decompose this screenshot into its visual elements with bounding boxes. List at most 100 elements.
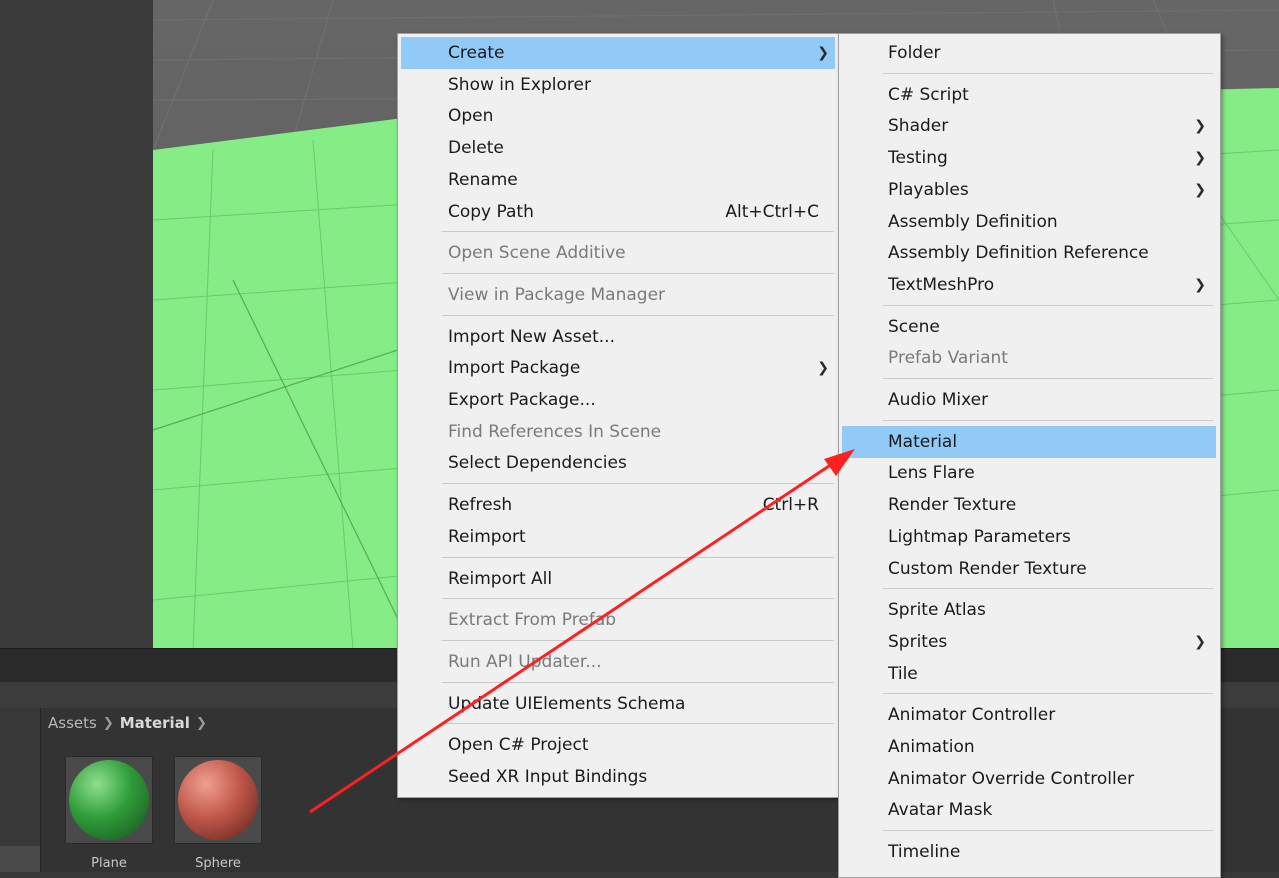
chevron-right-icon: ❯: [1194, 150, 1206, 167]
menu-item-folder[interactable]: Folder: [842, 37, 1216, 69]
asset-label: Sphere: [195, 856, 241, 871]
chevron-right-icon: ❯: [102, 715, 114, 731]
menu-item-label: Tile: [888, 663, 918, 684]
menu-item-label: Import Package: [448, 358, 581, 379]
menu-item-import-package[interactable]: Import Package ❯: [401, 352, 835, 384]
project-folder-tree[interactable]: [0, 708, 41, 872]
menu-item-avatar-mask[interactable]: Avatar Mask: [842, 794, 1216, 826]
menu-item-copy-path[interactable]: Copy Path Alt+Ctrl+C: [401, 196, 835, 228]
menu-separator: [442, 231, 834, 233]
menu-item-label: Rename: [448, 169, 518, 190]
asset-sphere[interactable]: Sphere: [174, 756, 262, 871]
menu-item-find-references-in-scene: Find References In Scene: [401, 416, 835, 448]
menu-item-label: Copy Path: [448, 201, 534, 222]
menu-item-assembly-definition-reference[interactable]: Assembly Definition Reference: [842, 237, 1216, 269]
menu-item-label: Select Dependencies: [448, 453, 627, 474]
menu-item-seed-xr-input-bindings[interactable]: Seed XR Input Bindings: [401, 761, 835, 793]
menu-item-reimport[interactable]: Reimport: [401, 521, 835, 553]
menu-item-label: Extract From Prefab: [448, 610, 617, 631]
menu-item-open-c-project[interactable]: Open C# Project: [401, 729, 835, 761]
chevron-right-icon: ❯: [1194, 181, 1206, 198]
menu-item-shader[interactable]: Shader ❯: [842, 110, 1216, 142]
menu-item-label: Show in Explorer: [448, 74, 591, 95]
menu-item-label: Render Texture: [888, 495, 1017, 516]
asset-plane[interactable]: Plane: [65, 756, 153, 871]
asset-label: Plane: [91, 856, 127, 871]
menu-separator: [883, 304, 1213, 306]
selected-folder[interactable]: [0, 846, 40, 872]
menu-item-assembly-definition[interactable]: Assembly Definition: [842, 206, 1216, 238]
hierarchy-panel: [0, 0, 153, 650]
menu-item-import-new-asset[interactable]: Import New Asset...: [401, 321, 835, 353]
menu-item-label: Avatar Mask: [888, 800, 993, 821]
menu-item-timeline[interactable]: Timeline: [842, 836, 1216, 868]
menu-item-label: Import New Asset...: [448, 326, 615, 347]
menu-separator: [442, 483, 834, 485]
material-sphere-icon: [69, 760, 149, 840]
menu-item-label: Refresh: [448, 495, 513, 516]
menu-item-playables[interactable]: Playables ❯: [842, 174, 1216, 206]
menu-item-label: Lens Flare: [888, 463, 975, 484]
menu-item-label: Open C# Project: [448, 735, 589, 756]
menu-item-label: Testing: [888, 148, 948, 169]
asset-thumbnail: [174, 756, 262, 844]
menu-item-animator-override-controller[interactable]: Animator Override Controller: [842, 763, 1216, 795]
menu-item-label: Lightmap Parameters: [888, 526, 1071, 547]
menu-item-label: Prefab Variant: [888, 348, 1008, 369]
menu-item-delete[interactable]: Delete: [401, 132, 835, 164]
menu-separator: [442, 314, 834, 316]
menu-item-sprites[interactable]: Sprites ❯: [842, 626, 1216, 658]
menu-item-custom-render-texture[interactable]: Custom Render Texture: [842, 553, 1216, 585]
asset-thumbnail: [65, 756, 153, 844]
menu-item-refresh[interactable]: Refresh Ctrl+R: [401, 489, 835, 521]
menu-item-tile[interactable]: Tile: [842, 658, 1216, 690]
menu-item-view-in-package-manager: View in Package Manager: [401, 279, 835, 311]
menu-separator: [442, 681, 834, 683]
menu-item-select-dependencies[interactable]: Select Dependencies: [401, 447, 835, 479]
chevron-right-icon: ❯: [817, 45, 829, 61]
shortcut-label: Ctrl+R: [762, 495, 819, 516]
menu-item-rename[interactable]: Rename: [401, 164, 835, 196]
menu-item-label: Scene: [888, 316, 940, 337]
context-menu: Create ❯ Show in Explorer Open Delete Rename C…: [397, 33, 839, 798]
breadcrumb-root[interactable]: Assets: [48, 714, 97, 732]
menu-item-testing[interactable]: Testing ❯: [842, 142, 1216, 174]
breadcrumb-current[interactable]: Material: [120, 714, 190, 732]
menu-item-label: Shader: [888, 116, 949, 137]
menu-separator: [883, 72, 1213, 74]
menu-separator: [883, 419, 1213, 421]
menu-item-show-in-explorer[interactable]: Show in Explorer: [401, 69, 835, 101]
menu-item-label: Export Package...: [448, 390, 596, 410]
menu-item-scene[interactable]: Scene: [842, 311, 1216, 343]
menu-item-label: Assembly Definition Reference: [888, 243, 1149, 264]
menu-item-label: Animator Controller: [888, 705, 1056, 726]
breadcrumb: Assets ❯ Material ❯: [48, 712, 207, 734]
menu-item-lens-flare[interactable]: Lens Flare: [842, 457, 1216, 489]
menu-item-audio-mixer[interactable]: Audio Mixer: [842, 384, 1216, 416]
menu-item-label: View in Package Manager: [448, 284, 666, 305]
menu-item-open[interactable]: Open: [401, 100, 835, 132]
menu-item-animation[interactable]: Animation: [842, 731, 1216, 763]
menu-separator: [442, 723, 834, 725]
menu-item-lightmap-parameters[interactable]: Lightmap Parameters: [842, 521, 1216, 553]
chevron-right-icon: ❯: [817, 360, 829, 377]
menu-item-textmeshpro[interactable]: TextMeshPro ❯: [842, 269, 1216, 301]
menu-item-reimport-all[interactable]: Reimport All: [401, 563, 835, 595]
menu-separator: [883, 693, 1213, 695]
menu-item-open-scene-additive: Open Scene Additive: [401, 237, 835, 269]
menu-item-export-package[interactable]: Export Package...: [401, 384, 835, 416]
menu-item-label: Assembly Definition: [888, 211, 1058, 232]
menu-item-material[interactable]: Material: [842, 425, 1216, 458]
menu-item-animator-controller[interactable]: Animator Controller: [842, 699, 1216, 731]
chevron-right-icon: ❯: [1194, 633, 1206, 650]
menu-item-render-texture[interactable]: Render Texture: [842, 489, 1216, 521]
menu-item-label: Sprites: [888, 631, 948, 652]
menu-item-label: Open: [448, 106, 494, 127]
menu-item-c-script[interactable]: C# Script: [842, 79, 1216, 111]
menu-item-update-uielements-schema[interactable]: Update UIElements Schema: [401, 688, 835, 720]
menu-item-create[interactable]: Create ❯: [401, 37, 835, 69]
material-sphere-icon: [178, 760, 258, 840]
menu-item-sprite-atlas[interactable]: Sprite Atlas: [842, 594, 1216, 626]
menu-item-label: Playables: [888, 179, 969, 200]
menu-item-label: Folder: [888, 43, 941, 63]
